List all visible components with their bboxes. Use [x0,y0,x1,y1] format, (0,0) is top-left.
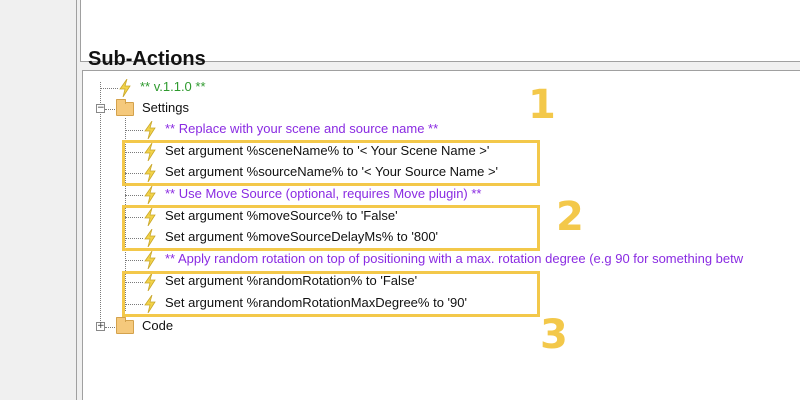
lightning-bolt-icon [144,120,156,139]
code-label: Code [142,318,174,333]
tree-item-settings[interactable]: Settings [116,98,189,118]
folder-icon [116,316,134,334]
version-label: ** v.1.1.0 ** [140,79,206,94]
annotation-number-2: 2 [556,194,584,240]
lightning-bolt-icon [144,185,156,204]
annotation-number-1: 1 [528,82,556,128]
highlight-box-2 [122,205,540,251]
tree-connector [125,130,143,131]
highlight-box-1 [122,140,540,186]
tree-connector [105,327,115,328]
lightning-bolt-icon [144,250,156,269]
comment-text: ** Replace with your scene and source na… [165,121,439,136]
comment-item[interactable]: ** Replace with your scene and source na… [143,119,438,139]
panel-left-border [76,0,77,400]
collapse-box-icon[interactable]: − [96,104,105,113]
tree-connector [100,82,101,327]
annotation-number-3: 3 [540,312,568,358]
section-title: Sub-Actions [88,48,206,70]
comment-text: ** Use Move Source (optional, requires M… [165,186,482,201]
tree-connector [125,260,143,261]
highlight-box-3 [122,271,540,317]
comment-text: ** Apply random rotation on top of posit… [165,251,744,266]
comment-item[interactable]: ** Use Move Source (optional, requires M… [143,184,482,204]
tree-connector [105,109,115,110]
tree-item-code[interactable]: Code [116,316,173,336]
tree-connector [125,195,143,196]
lightning-bolt-icon [119,78,131,97]
comment-item[interactable]: ** Apply random rotation on top of posit… [143,249,743,269]
tree-item-version[interactable]: ** v.1.1.0 ** [118,77,206,97]
expand-box-icon[interactable]: + [96,322,105,331]
tree-connector [100,88,118,89]
folder-icon [116,98,134,116]
settings-label: Settings [142,100,189,115]
